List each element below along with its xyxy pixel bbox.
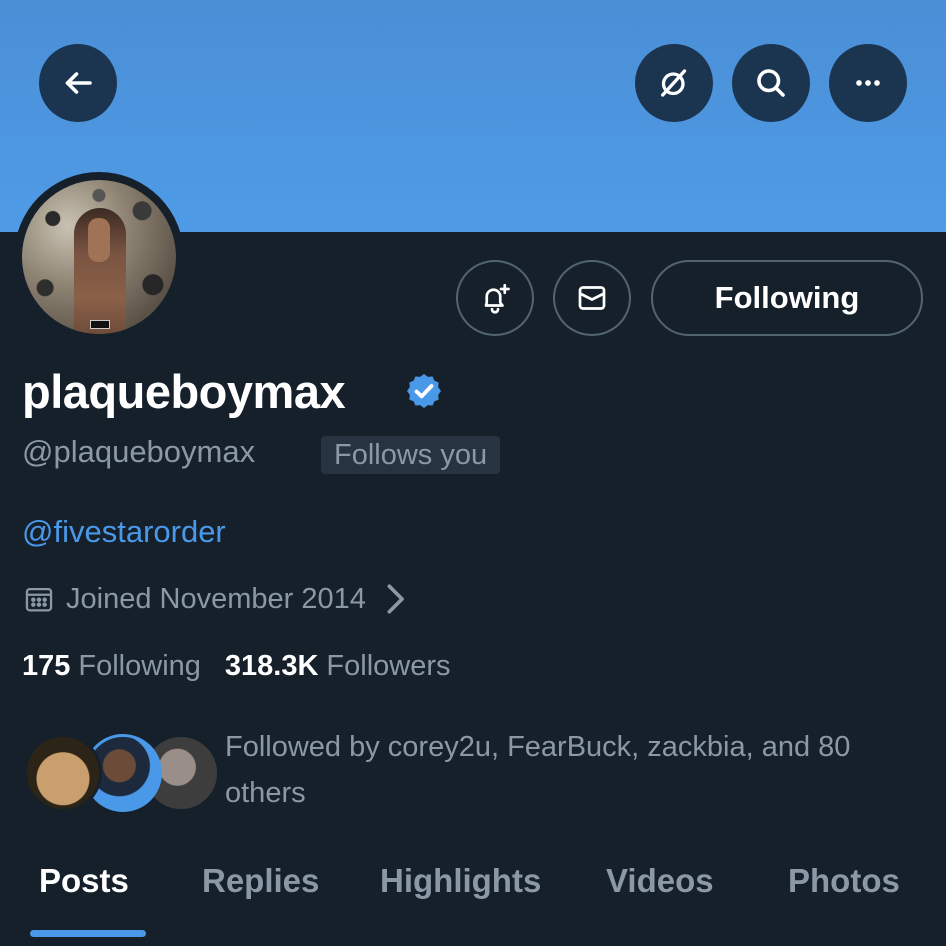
followers-count: 318.3K [224, 650, 319, 682]
notify-button[interactable] [456, 260, 534, 336]
followed-by-avatars[interactable] [24, 734, 220, 814]
grok-button[interactable] [635, 44, 713, 122]
mail-icon [578, 286, 606, 310]
following-button[interactable]: Following [651, 260, 923, 336]
tab-posts[interactable]: Posts [39, 862, 129, 900]
back-button[interactable] [39, 44, 117, 122]
following-label: Following [78, 650, 201, 682]
verified-badge-icon [407, 374, 441, 408]
search-icon [757, 69, 785, 97]
arrow-left-icon [65, 72, 92, 94]
search-button[interactable] [732, 44, 810, 122]
tab-photos[interactable]: Photos [788, 862, 900, 900]
avatar [24, 734, 102, 812]
calendar-icon [25, 587, 53, 612]
display-name: plaqueboymax [22, 365, 346, 418]
joined-text: Joined November 2014 [66, 582, 366, 615]
message-button[interactable] [553, 260, 631, 336]
tab-replies[interactable]: Replies [202, 862, 319, 900]
follow-stats: 175 Following 318.3K Followers [22, 650, 451, 683]
profile-tabs: Posts Replies Highlights Videos Photos [0, 846, 946, 946]
following-stat[interactable]: 175 Following [22, 650, 201, 683]
followed-by-text[interactable]: Followed by corey2u, FearBuck, zackbia, … [225, 724, 930, 816]
bell-plus-icon [484, 283, 510, 314]
follows-you-badge: Follows you [321, 436, 501, 474]
active-tab-indicator [30, 930, 146, 937]
avatar-image [22, 180, 176, 334]
followers-label: Followers [326, 650, 451, 682]
joined-date[interactable]: Joined November 2014 [22, 582, 422, 616]
tab-videos[interactable]: Videos [606, 862, 714, 900]
followers-stat[interactable]: 318.3K Followers [225, 650, 451, 683]
tab-highlights[interactable]: Highlights [380, 862, 541, 900]
more-button[interactable] [829, 44, 907, 122]
profile-avatar[interactable] [14, 172, 184, 342]
chevron-right-icon [387, 584, 404, 614]
more-horizontal-icon [856, 80, 880, 86]
profile-handle: @plaqueboymax [22, 434, 256, 469]
following-count: 175 [22, 650, 71, 682]
slash-circle-icon [661, 69, 687, 97]
bio-mention-link[interactable]: @fivestarorder [22, 514, 226, 550]
